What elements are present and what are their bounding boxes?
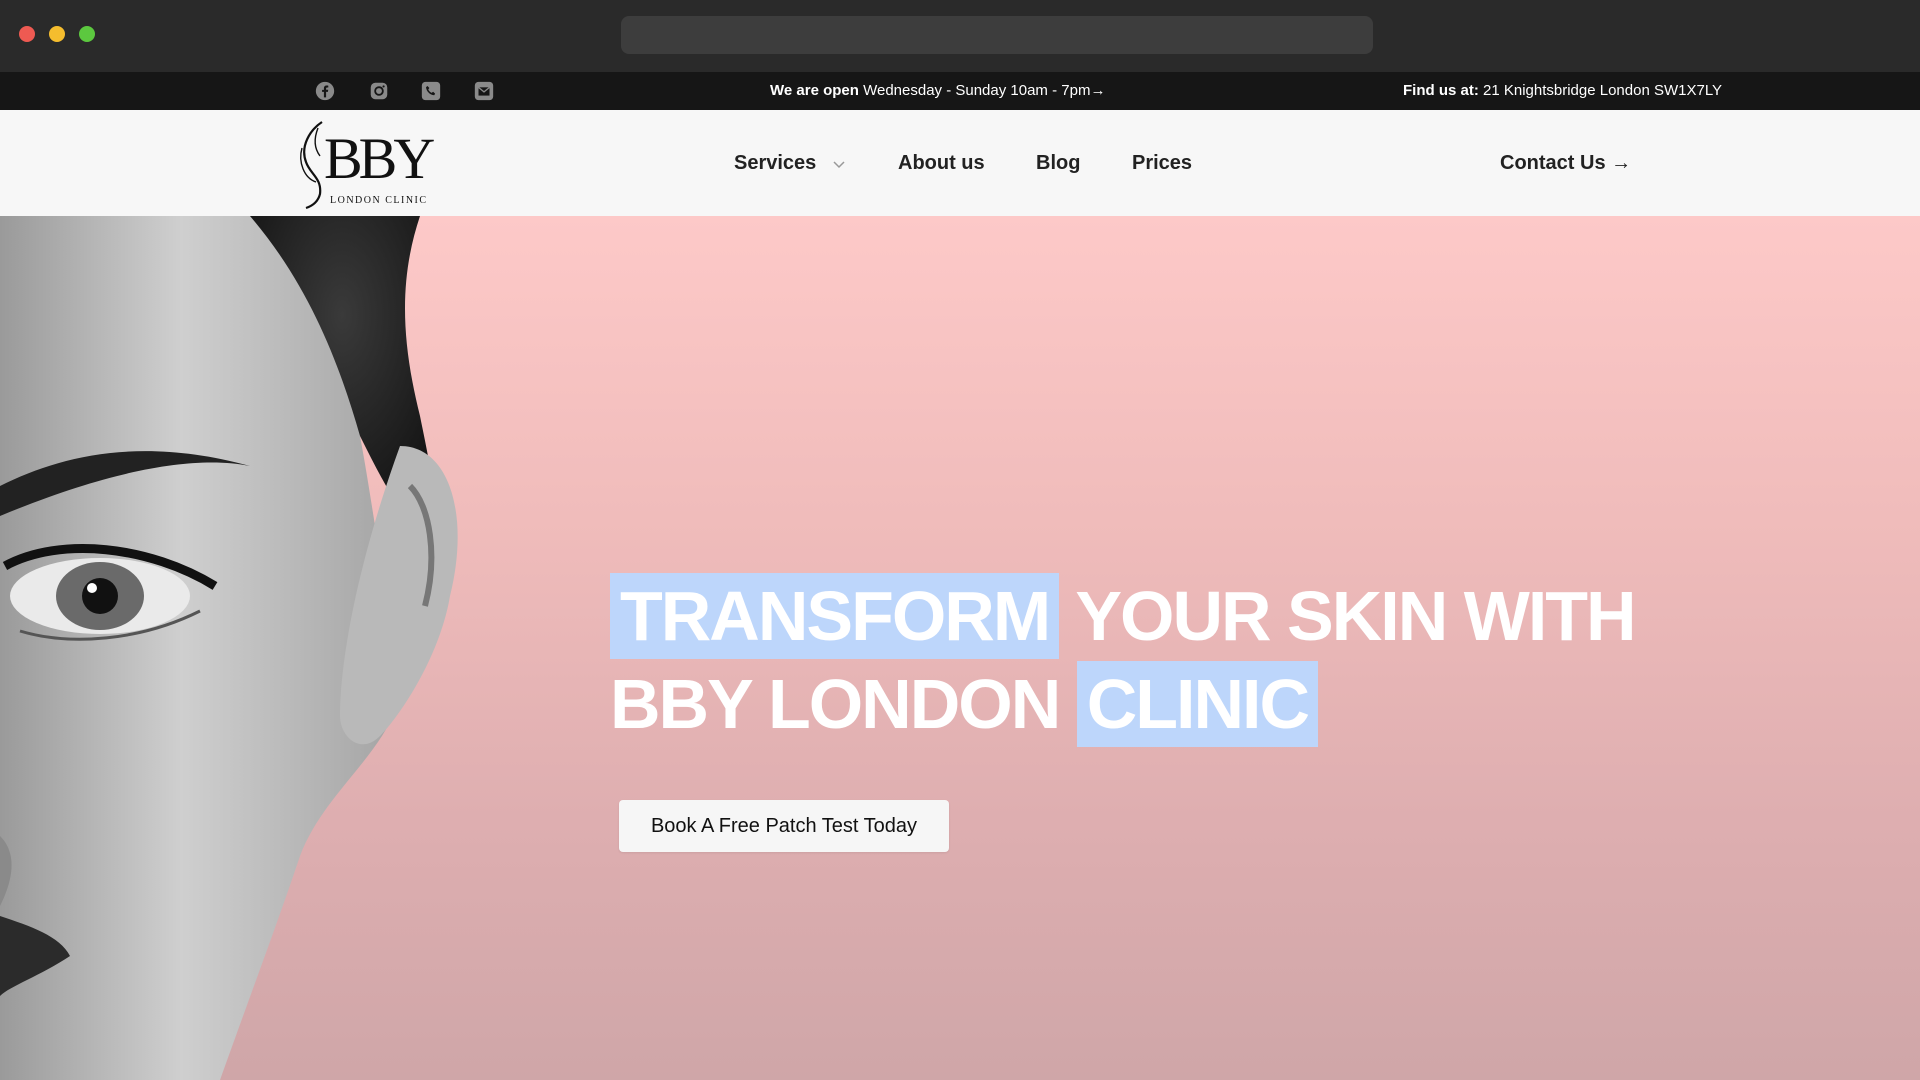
opening-hours[interactable]: We are open Wednesday - Sunday 10am - 7p… (770, 72, 1105, 110)
logo-subtext: LONDON CLINIC (330, 195, 428, 206)
hero-headline: TRANSFORM YOUR SKIN WITH BBY LONDON CLIN… (610, 572, 1710, 748)
opening-hours-value: Wednesday - Sunday 10am - 7pm→ (863, 82, 1106, 99)
headline-highlight-clinic: CLINIC (1076, 661, 1319, 747)
headline-highlight-transform: TRANSFORM (610, 573, 1060, 659)
nav-services-dropdown[interactable]: Services (734, 110, 846, 216)
nav-services-label: Services (734, 152, 817, 174)
mail-icon[interactable] (470, 72, 498, 110)
logo-wordmark: BBY (324, 126, 435, 191)
nav-blog[interactable]: Blog (1036, 110, 1080, 216)
address-value: 21 Knightsbridge London SW1X7LY (1483, 82, 1723, 99)
clinic-address: Find us at: 21 Knightsbridge London SW1X… (1403, 72, 1722, 110)
book-patch-test-button[interactable]: Book A Free Patch Test Today (619, 800, 949, 852)
nav-contact-us[interactable]: Contact Us → (1500, 110, 1631, 216)
nav-about[interactable]: About us (898, 110, 985, 216)
hero-face-image (0, 216, 458, 1080)
hero-section: TRANSFORM YOUR SKIN WITH BBY LONDON CLIN… (0, 216, 1920, 1080)
clinic-logo[interactable]: BBY LONDON CLINIC (292, 118, 435, 210)
close-window-button[interactable] (19, 26, 35, 42)
browser-chrome (0, 0, 1920, 72)
top-info-bar: We are open Wednesday - Sunday 10am - 7p… (0, 72, 1920, 110)
main-navigation: BBY LONDON CLINIC Services About us Blog… (0, 110, 1920, 216)
instagram-icon[interactable] (365, 72, 393, 110)
maximize-window-button[interactable] (79, 26, 95, 42)
address-bar[interactable] (621, 16, 1373, 54)
opening-hours-label: We are open (770, 82, 859, 99)
facebook-icon[interactable] (311, 72, 339, 110)
minimize-window-button[interactable] (49, 26, 65, 42)
nav-prices[interactable]: Prices (1132, 110, 1192, 216)
phone-icon[interactable] (417, 72, 445, 110)
address-label: Find us at: (1403, 82, 1479, 99)
chevron-down-icon (833, 161, 845, 168)
